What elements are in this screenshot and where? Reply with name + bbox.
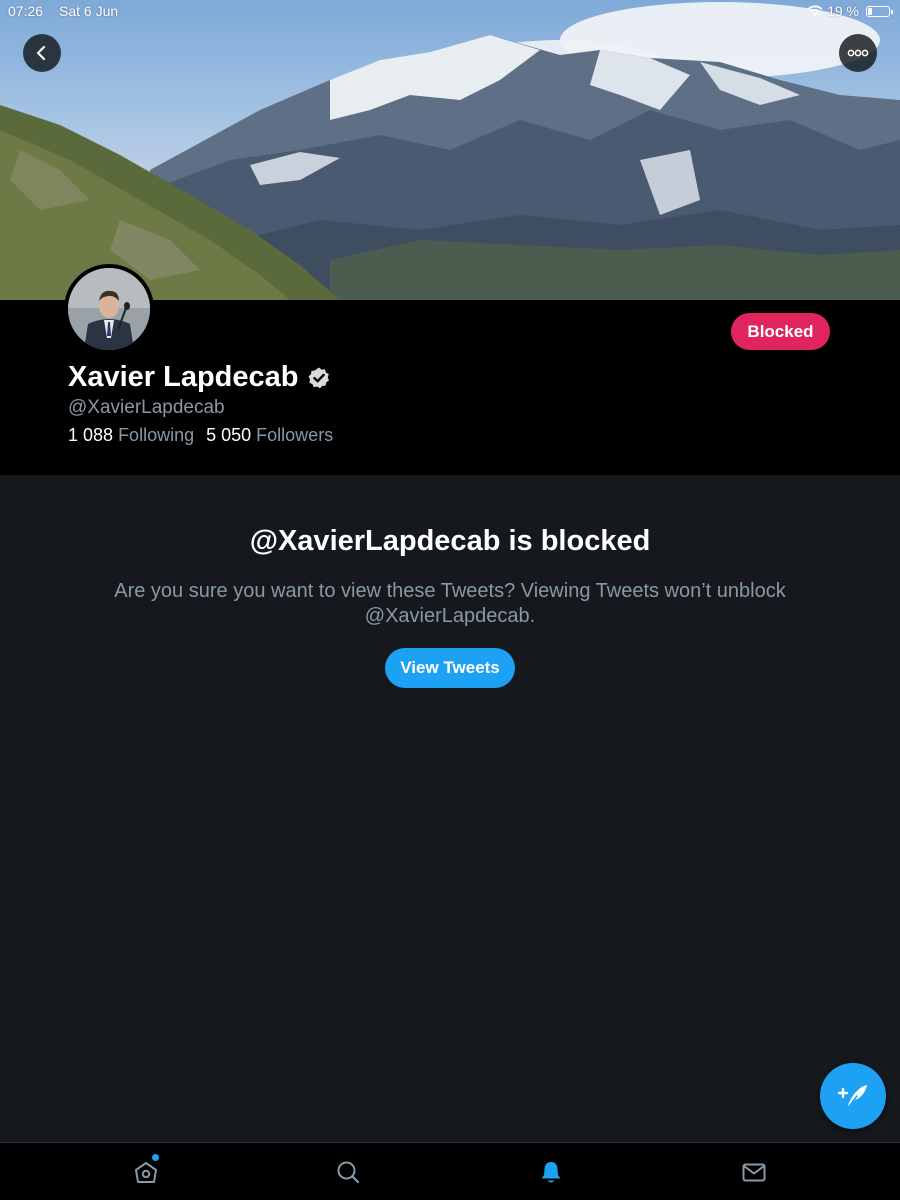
profile-handle: @XavierLapdecab — [68, 397, 225, 418]
profile-banner — [0, 0, 900, 300]
battery-icon — [866, 5, 893, 17]
mountain-banner-image — [0, 2, 900, 300]
status-right: 19 % — [807, 3, 893, 19]
following-stat[interactable]: 1 088 Following — [68, 425, 194, 446]
back-button[interactable] — [23, 34, 61, 72]
mail-icon — [742, 1163, 766, 1182]
verified-badge-icon — [308, 367, 329, 388]
more-dots-icon — [847, 49, 869, 57]
blocked-notice-text: Are you sure you want to view these Twee… — [114, 580, 786, 627]
profile-name-row: Xavier Lapdecab — [68, 361, 331, 394]
bell-icon — [541, 1162, 561, 1183]
status-time: 07:26 — [8, 3, 44, 19]
display-name: Xavier Lapdecab — [68, 361, 299, 393]
home-notification-dot — [152, 1154, 159, 1161]
tab-search[interactable] — [333, 1157, 363, 1187]
view-tweets-button[interactable]: View Tweets — [385, 648, 515, 688]
home-icon — [135, 1162, 157, 1183]
followers-label: Followers — [256, 425, 334, 445]
compose-tweet-button[interactable] — [820, 1063, 886, 1129]
blocked-button[interactable]: Blocked — [731, 313, 830, 350]
avatar[interactable] — [64, 264, 154, 354]
more-options-button[interactable] — [839, 34, 877, 72]
battery-percent: 19 % — [827, 3, 859, 19]
tab-home[interactable] — [131, 1154, 161, 1187]
tab-notifications[interactable] — [536, 1157, 566, 1187]
following-label: Following — [118, 425, 195, 445]
followers-count: 5 050 — [206, 425, 252, 445]
following-count: 1 088 — [68, 425, 114, 445]
status-date: Sat 6 Jun — [59, 3, 119, 19]
status-bar: 07:26 Sat 6 Jun 19 % — [0, 0, 900, 24]
chevron-left-icon — [36, 45, 46, 61]
profile-stats: 1 088 Following 5 050 Followers — [68, 425, 333, 446]
bottom-tab-bar — [0, 1142, 900, 1200]
blocked-notice-title: @XavierLapdecab is blocked — [249, 525, 651, 557]
compose-feather-icon — [837, 1085, 867, 1110]
avatar-photo — [68, 268, 150, 350]
wifi-icon — [807, 5, 823, 17]
followers-stat[interactable]: 5 050 Followers — [206, 425, 333, 446]
search-icon — [337, 1161, 360, 1184]
tab-messages[interactable] — [739, 1157, 769, 1187]
